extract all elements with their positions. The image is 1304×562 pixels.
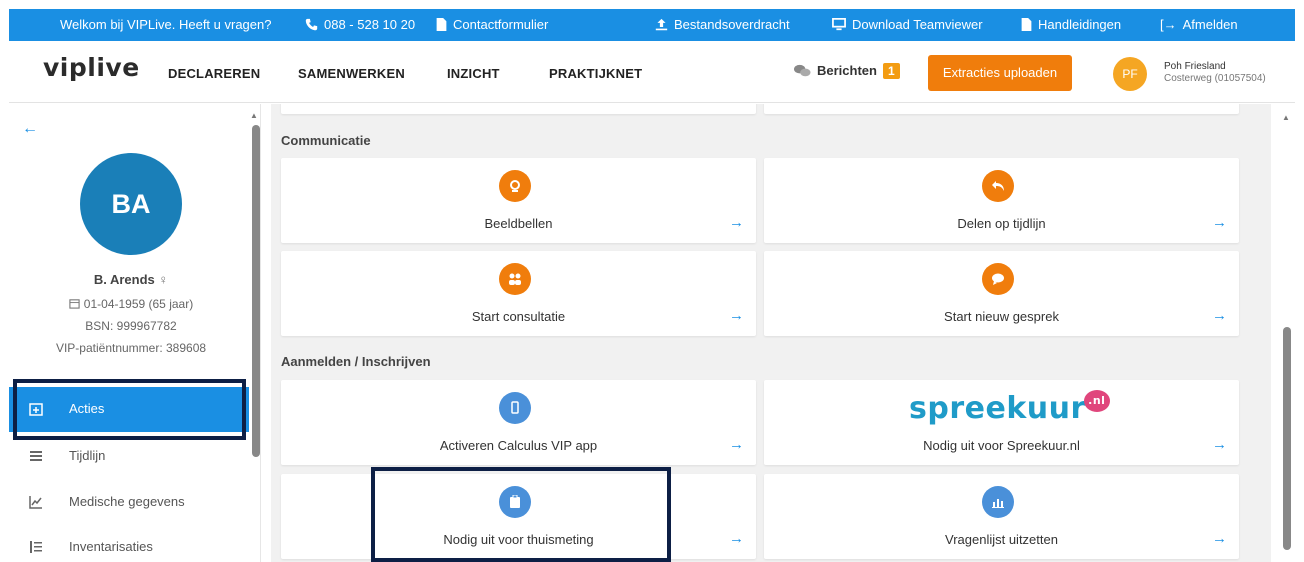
upload-icon bbox=[655, 18, 668, 31]
monitor-icon bbox=[832, 18, 846, 31]
action-card-partial[interactable] bbox=[764, 104, 1239, 114]
file-icon bbox=[1021, 18, 1032, 31]
users-icon bbox=[499, 263, 531, 295]
action-card-start-nieuw-gesprek[interactable]: Start nieuw gesprek → bbox=[764, 251, 1239, 336]
teamviewer-label: Download Teamviewer bbox=[852, 17, 983, 32]
highlight-box-thuismeting bbox=[371, 467, 671, 562]
action-card-label: Start consultatie bbox=[471, 309, 566, 324]
patient-name-row: B. Arends ♀ bbox=[9, 272, 253, 287]
patient-name: B. Arends bbox=[93, 272, 155, 287]
mobile-icon bbox=[499, 392, 531, 424]
phone-link[interactable]: 088 - 528 10 20 bbox=[305, 9, 415, 41]
calendar-icon bbox=[69, 299, 80, 309]
patient-sidebar: ← BA B. Arends ♀ 01-04-1959 (65 jaar) BS… bbox=[9, 104, 261, 562]
arrow-right-icon: → bbox=[729, 214, 744, 231]
action-card-activeren-calculus-app[interactable]: Activeren Calculus VIP app → bbox=[281, 380, 756, 465]
logout-link[interactable]: [→ Afmelden bbox=[1160, 9, 1238, 41]
nav-inzicht[interactable]: INZICHT bbox=[447, 66, 500, 81]
action-card-delen-op-tijdlijn[interactable]: Delen op tijdlijn → bbox=[764, 158, 1239, 243]
back-arrow-icon[interactable]: ← bbox=[22, 120, 38, 138]
contact-link[interactable]: Contactformulier bbox=[436, 9, 548, 41]
arrow-right-icon: → bbox=[1212, 214, 1227, 231]
transfer-link[interactable]: Bestandsoverdracht bbox=[655, 9, 790, 41]
phone-number: 088 - 528 10 20 bbox=[324, 17, 416, 32]
chart-line-icon bbox=[29, 496, 42, 509]
action-card-label: Beeldbellen bbox=[484, 216, 553, 231]
main-header: viplive DECLAREREN SAMENWERKEN INZICHT P… bbox=[9, 41, 1295, 103]
action-card-label: Delen op tijdlijn bbox=[957, 216, 1046, 231]
welcome-text: Welkom bij VIPLive. Heeft u vragen? bbox=[60, 17, 272, 32]
chat-icon bbox=[982, 263, 1014, 295]
bar-chart-icon bbox=[982, 486, 1014, 518]
action-card-label: Nodig uit voor Spreekuur.nl bbox=[923, 438, 1080, 453]
spreekuur-logo: spreekuur .nl bbox=[909, 390, 1110, 426]
main-scroll-up-icon[interactable]: ▲ bbox=[1282, 113, 1290, 122]
logout-icon: [→ bbox=[1160, 17, 1177, 32]
patient-dob: 01-04-1959 (65 jaar) bbox=[83, 297, 194, 311]
action-card-label: Start nieuw gesprek bbox=[944, 309, 1059, 324]
messages-count-badge: 1 bbox=[882, 63, 900, 79]
patient-avatar: BA bbox=[80, 153, 182, 255]
manuals-link[interactable]: Handleidingen bbox=[1021, 9, 1121, 41]
sidebar-scroll-up-icon[interactable]: ▲ bbox=[250, 111, 258, 120]
patient-bsn: BSN: 999967782 bbox=[85, 319, 177, 333]
nav-declareren[interactable]: DECLAREREN bbox=[168, 66, 260, 81]
list-ordered-icon bbox=[30, 541, 42, 553]
sidebar-item-label: Inventarisaties bbox=[69, 539, 153, 554]
patient-vip-number: VIP-patiëntnummer: 389608 bbox=[55, 341, 207, 355]
sidebar-item-tijdlijn[interactable]: Tijdlijn bbox=[9, 434, 249, 479]
manuals-label: Handleidingen bbox=[1038, 17, 1122, 32]
action-card-label: Vragenlijst uitzetten bbox=[945, 532, 1058, 547]
user-location: Costerweg (01057504) bbox=[1164, 73, 1266, 84]
chat-bubbles-icon bbox=[794, 64, 811, 77]
action-card-spreekuur[interactable]: spreekuur .nl Nodig uit voor Spreekuur.nl… bbox=[764, 380, 1239, 465]
arrow-right-icon: → bbox=[729, 436, 744, 453]
nav-samenwerken[interactable]: SAMENWERKEN bbox=[298, 66, 405, 81]
phone-icon bbox=[305, 18, 318, 31]
webcam-icon bbox=[499, 170, 531, 202]
top-info-bar: Welkom bij VIPLive. Heeft u vragen? 088 … bbox=[9, 9, 1295, 41]
arrow-right-icon: → bbox=[1212, 530, 1227, 547]
messages-link[interactable]: Berichten 1 bbox=[794, 63, 900, 79]
action-card-vragenlijst[interactable]: Vragenlijst uitzetten → bbox=[764, 474, 1239, 559]
reply-icon bbox=[982, 170, 1014, 202]
upload-extractions-button[interactable]: Extracties uploaden bbox=[928, 55, 1072, 91]
teamviewer-link[interactable]: Download Teamviewer bbox=[832, 9, 983, 41]
transfer-label: Bestandsoverdracht bbox=[674, 17, 790, 32]
sidebar-item-medische-gegevens[interactable]: Medische gegevens bbox=[9, 480, 249, 525]
sidebar-item-inventarisaties[interactable]: Inventarisaties bbox=[9, 525, 249, 562]
user-info[interactable]: Poh Friesland Costerweg (01057504) bbox=[1164, 61, 1266, 85]
sidebar-scrollbar[interactable] bbox=[252, 125, 260, 457]
action-card-partial[interactable] bbox=[281, 104, 756, 114]
patient-dob-row: 01-04-1959 (65 jaar) bbox=[9, 297, 253, 311]
action-card-start-consultatie[interactable]: Start consultatie → bbox=[281, 251, 756, 336]
logout-label: Afmelden bbox=[1182, 17, 1238, 32]
arrow-right-icon: → bbox=[729, 530, 744, 547]
user-avatar[interactable]: PF bbox=[1113, 57, 1147, 91]
section-title-aanmelden: Aanmelden / Inschrijven bbox=[281, 354, 431, 369]
highlight-box-acties bbox=[13, 379, 246, 440]
action-card-beeldbellen[interactable]: Beeldbellen → bbox=[281, 158, 756, 243]
female-icon: ♀ bbox=[158, 272, 169, 287]
viplive-logo[interactable]: viplive bbox=[43, 53, 140, 82]
main-scrollbar[interactable] bbox=[1283, 327, 1291, 550]
section-title-communicatie: Communicatie bbox=[281, 133, 371, 148]
arrow-right-icon: → bbox=[1212, 307, 1227, 324]
list-icon bbox=[30, 451, 42, 461]
action-card-label: Activeren Calculus VIP app bbox=[439, 438, 598, 453]
nav-praktijknet[interactable]: PRAKTIJKNET bbox=[549, 66, 642, 81]
arrow-right-icon: → bbox=[1212, 436, 1227, 453]
user-name: Poh Friesland bbox=[1164, 61, 1226, 72]
arrow-right-icon: → bbox=[729, 307, 744, 324]
messages-label: Berichten bbox=[817, 63, 877, 78]
contact-label: Contactformulier bbox=[453, 17, 549, 32]
sidebar-item-label: Medische gegevens bbox=[69, 494, 185, 509]
sidebar-item-label: Tijdlijn bbox=[69, 448, 106, 463]
file-icon bbox=[436, 18, 447, 31]
